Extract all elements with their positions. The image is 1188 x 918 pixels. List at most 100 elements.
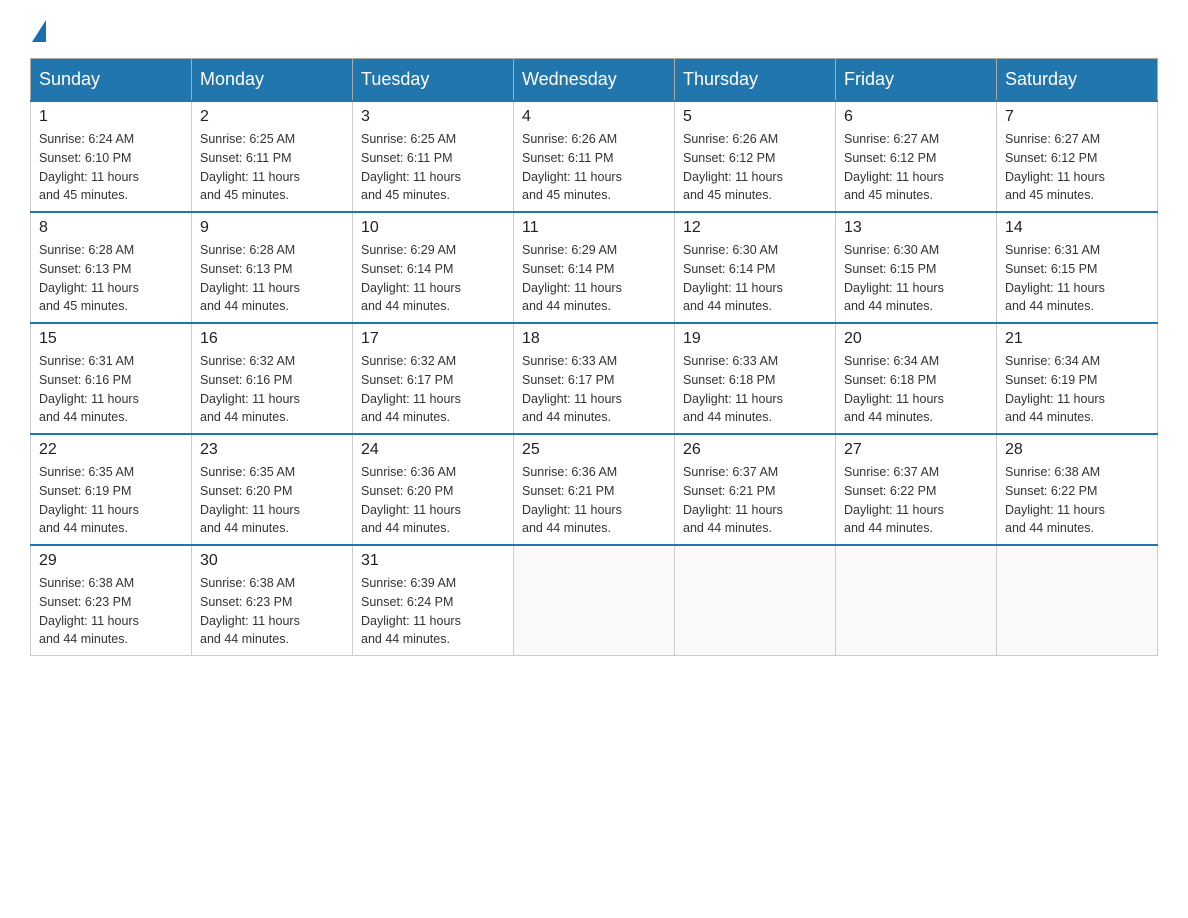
day-info: Sunrise: 6:29 AMSunset: 6:14 PMDaylight:… bbox=[361, 241, 505, 316]
day-info: Sunrise: 6:26 AMSunset: 6:12 PMDaylight:… bbox=[683, 130, 827, 205]
calendar-cell bbox=[997, 545, 1158, 656]
page-header bbox=[30, 20, 1158, 38]
day-info: Sunrise: 6:33 AMSunset: 6:17 PMDaylight:… bbox=[522, 352, 666, 427]
day-number: 23 bbox=[200, 441, 344, 459]
day-number: 14 bbox=[1005, 219, 1149, 237]
day-number: 29 bbox=[39, 552, 183, 570]
calendar-cell: 7Sunrise: 6:27 AMSunset: 6:12 PMDaylight… bbox=[997, 101, 1158, 212]
calendar-cell: 15 Sunrise: 6:31 AMSunset: 6:16 PMDayligh… bbox=[31, 323, 192, 434]
day-number: 6 bbox=[844, 108, 988, 126]
day-number: 18 bbox=[522, 330, 666, 348]
calendar-cell bbox=[836, 545, 997, 656]
day-info: Sunrise: 6:25 AMSunset: 6:11 PMDaylight:… bbox=[361, 130, 505, 205]
day-number: 11 bbox=[522, 219, 666, 237]
calendar-cell: 3 Sunrise: 6:25 AMSunset: 6:11 PMDaylight… bbox=[353, 101, 514, 212]
column-header-thursday: Thursday bbox=[675, 59, 836, 102]
calendar-cell: 1 Sunrise: 6:24 AMSunset: 6:10 PMDaylight… bbox=[31, 101, 192, 212]
calendar-cell: 29 Sunrise: 6:38 AMSunset: 6:23 PMDayligh… bbox=[31, 545, 192, 656]
calendar-cell: 9 Sunrise: 6:28 AMSunset: 6:13 PMDaylight… bbox=[192, 212, 353, 323]
calendar-table: SundayMondayTuesdayWednesdayThursdayFrid… bbox=[30, 58, 1158, 656]
day-info: Sunrise: 6:30 AMSunset: 6:14 PMDaylight:… bbox=[683, 241, 827, 316]
calendar-cell: 28 Sunrise: 6:38 AMSunset: 6:22 PMDayligh… bbox=[997, 434, 1158, 545]
calendar-cell: 16 Sunrise: 6:32 AMSunset: 6:16 PMDayligh… bbox=[192, 323, 353, 434]
calendar-cell: 26 Sunrise: 6:37 AMSunset: 6:21 PMDayligh… bbox=[675, 434, 836, 545]
day-number: 26 bbox=[683, 441, 827, 459]
day-info: Sunrise: 6:34 AMSunset: 6:19 PMDaylight:… bbox=[1005, 352, 1149, 427]
calendar-cell: 17 Sunrise: 6:32 AMSunset: 6:17 PMDayligh… bbox=[353, 323, 514, 434]
day-number: 21 bbox=[1005, 330, 1149, 348]
calendar-cell bbox=[675, 545, 836, 656]
day-number: 27 bbox=[844, 441, 988, 459]
day-number: 12 bbox=[683, 219, 827, 237]
day-info: Sunrise: 6:31 AMSunset: 6:15 PMDaylight:… bbox=[1005, 241, 1149, 316]
day-info: Sunrise: 6:38 AMSunset: 6:22 PMDaylight:… bbox=[1005, 463, 1149, 538]
column-header-saturday: Saturday bbox=[997, 59, 1158, 102]
day-number: 17 bbox=[361, 330, 505, 348]
logo bbox=[30, 20, 46, 38]
day-number: 20 bbox=[844, 330, 988, 348]
day-number: 16 bbox=[200, 330, 344, 348]
calendar-cell: 6 Sunrise: 6:27 AMSunset: 6:12 PMDaylight… bbox=[836, 101, 997, 212]
calendar-cell: 13Sunrise: 6:30 AMSunset: 6:15 PMDayligh… bbox=[836, 212, 997, 323]
calendar-cell: 5 Sunrise: 6:26 AMSunset: 6:12 PMDaylight… bbox=[675, 101, 836, 212]
day-info: Sunrise: 6:31 AMSunset: 6:16 PMDaylight:… bbox=[39, 352, 183, 427]
day-info: Sunrise: 6:27 AMSunset: 6:12 PMDaylight:… bbox=[844, 130, 988, 205]
calendar-cell: 25 Sunrise: 6:36 AMSunset: 6:21 PMDayligh… bbox=[514, 434, 675, 545]
day-number: 22 bbox=[39, 441, 183, 459]
day-number: 8 bbox=[39, 219, 183, 237]
day-info: Sunrise: 6:28 AMSunset: 6:13 PMDaylight:… bbox=[39, 241, 183, 316]
calendar-cell: 18 Sunrise: 6:33 AMSunset: 6:17 PMDayligh… bbox=[514, 323, 675, 434]
day-info: Sunrise: 6:35 AMSunset: 6:19 PMDaylight:… bbox=[39, 463, 183, 538]
calendar-cell: 27 Sunrise: 6:37 AMSunset: 6:22 PMDayligh… bbox=[836, 434, 997, 545]
day-info: Sunrise: 6:32 AMSunset: 6:16 PMDaylight:… bbox=[200, 352, 344, 427]
day-info: Sunrise: 6:27 AMSunset: 6:12 PMDaylight:… bbox=[1005, 130, 1149, 205]
column-header-friday: Friday bbox=[836, 59, 997, 102]
calendar-cell: 23 Sunrise: 6:35 AMSunset: 6:20 PMDayligh… bbox=[192, 434, 353, 545]
logo-triangle-icon bbox=[32, 20, 46, 42]
day-info: Sunrise: 6:25 AMSunset: 6:11 PMDaylight:… bbox=[200, 130, 344, 205]
day-number: 5 bbox=[683, 108, 827, 126]
day-info: Sunrise: 6:35 AMSunset: 6:20 PMDaylight:… bbox=[200, 463, 344, 538]
day-info: Sunrise: 6:32 AMSunset: 6:17 PMDaylight:… bbox=[361, 352, 505, 427]
day-info: Sunrise: 6:37 AMSunset: 6:22 PMDaylight:… bbox=[844, 463, 988, 538]
week-row-2: 8 Sunrise: 6:28 AMSunset: 6:13 PMDaylight… bbox=[31, 212, 1158, 323]
day-info: Sunrise: 6:38 AMSunset: 6:23 PMDaylight:… bbox=[39, 574, 183, 649]
logo-left bbox=[30, 20, 46, 38]
day-number: 25 bbox=[522, 441, 666, 459]
day-number: 24 bbox=[361, 441, 505, 459]
day-number: 28 bbox=[1005, 441, 1149, 459]
day-info: Sunrise: 6:37 AMSunset: 6:21 PMDaylight:… bbox=[683, 463, 827, 538]
calendar-header-row: SundayMondayTuesdayWednesdayThursdayFrid… bbox=[31, 59, 1158, 102]
day-number: 1 bbox=[39, 108, 183, 126]
day-number: 30 bbox=[200, 552, 344, 570]
calendar-cell: 19 Sunrise: 6:33 AMSunset: 6:18 PMDayligh… bbox=[675, 323, 836, 434]
column-header-monday: Monday bbox=[192, 59, 353, 102]
day-info: Sunrise: 6:33 AMSunset: 6:18 PMDaylight:… bbox=[683, 352, 827, 427]
day-number: 9 bbox=[200, 219, 344, 237]
calendar-cell: 2Sunrise: 6:25 AMSunset: 6:11 PMDaylight… bbox=[192, 101, 353, 212]
day-info: Sunrise: 6:29 AMSunset: 6:14 PMDaylight:… bbox=[522, 241, 666, 316]
calendar-cell: 11 Sunrise: 6:29 AMSunset: 6:14 PMDayligh… bbox=[514, 212, 675, 323]
column-header-sunday: Sunday bbox=[31, 59, 192, 102]
week-row-3: 15 Sunrise: 6:31 AMSunset: 6:16 PMDayligh… bbox=[31, 323, 1158, 434]
day-number: 19 bbox=[683, 330, 827, 348]
day-number: 4 bbox=[522, 108, 666, 126]
column-header-wednesday: Wednesday bbox=[514, 59, 675, 102]
calendar-cell: 8 Sunrise: 6:28 AMSunset: 6:13 PMDaylight… bbox=[31, 212, 192, 323]
day-info: Sunrise: 6:36 AMSunset: 6:21 PMDaylight:… bbox=[522, 463, 666, 538]
day-number: 15 bbox=[39, 330, 183, 348]
day-number: 13 bbox=[844, 219, 988, 237]
day-number: 10 bbox=[361, 219, 505, 237]
calendar-cell: 10 Sunrise: 6:29 AMSunset: 6:14 PMDayligh… bbox=[353, 212, 514, 323]
calendar-cell: 12 Sunrise: 6:30 AMSunset: 6:14 PMDayligh… bbox=[675, 212, 836, 323]
calendar-cell: 4 Sunrise: 6:26 AMSunset: 6:11 PMDaylight… bbox=[514, 101, 675, 212]
calendar-cell: 21 Sunrise: 6:34 AMSunset: 6:19 PMDayligh… bbox=[997, 323, 1158, 434]
day-info: Sunrise: 6:36 AMSunset: 6:20 PMDaylight:… bbox=[361, 463, 505, 538]
day-info: Sunrise: 6:26 AMSunset: 6:11 PMDaylight:… bbox=[522, 130, 666, 205]
day-info: Sunrise: 6:39 AMSunset: 6:24 PMDaylight:… bbox=[361, 574, 505, 649]
day-number: 3 bbox=[361, 108, 505, 126]
day-info: Sunrise: 6:28 AMSunset: 6:13 PMDaylight:… bbox=[200, 241, 344, 316]
column-header-tuesday: Tuesday bbox=[353, 59, 514, 102]
calendar-cell: 30Sunrise: 6:38 AMSunset: 6:23 PMDayligh… bbox=[192, 545, 353, 656]
day-info: Sunrise: 6:24 AMSunset: 6:10 PMDaylight:… bbox=[39, 130, 183, 205]
